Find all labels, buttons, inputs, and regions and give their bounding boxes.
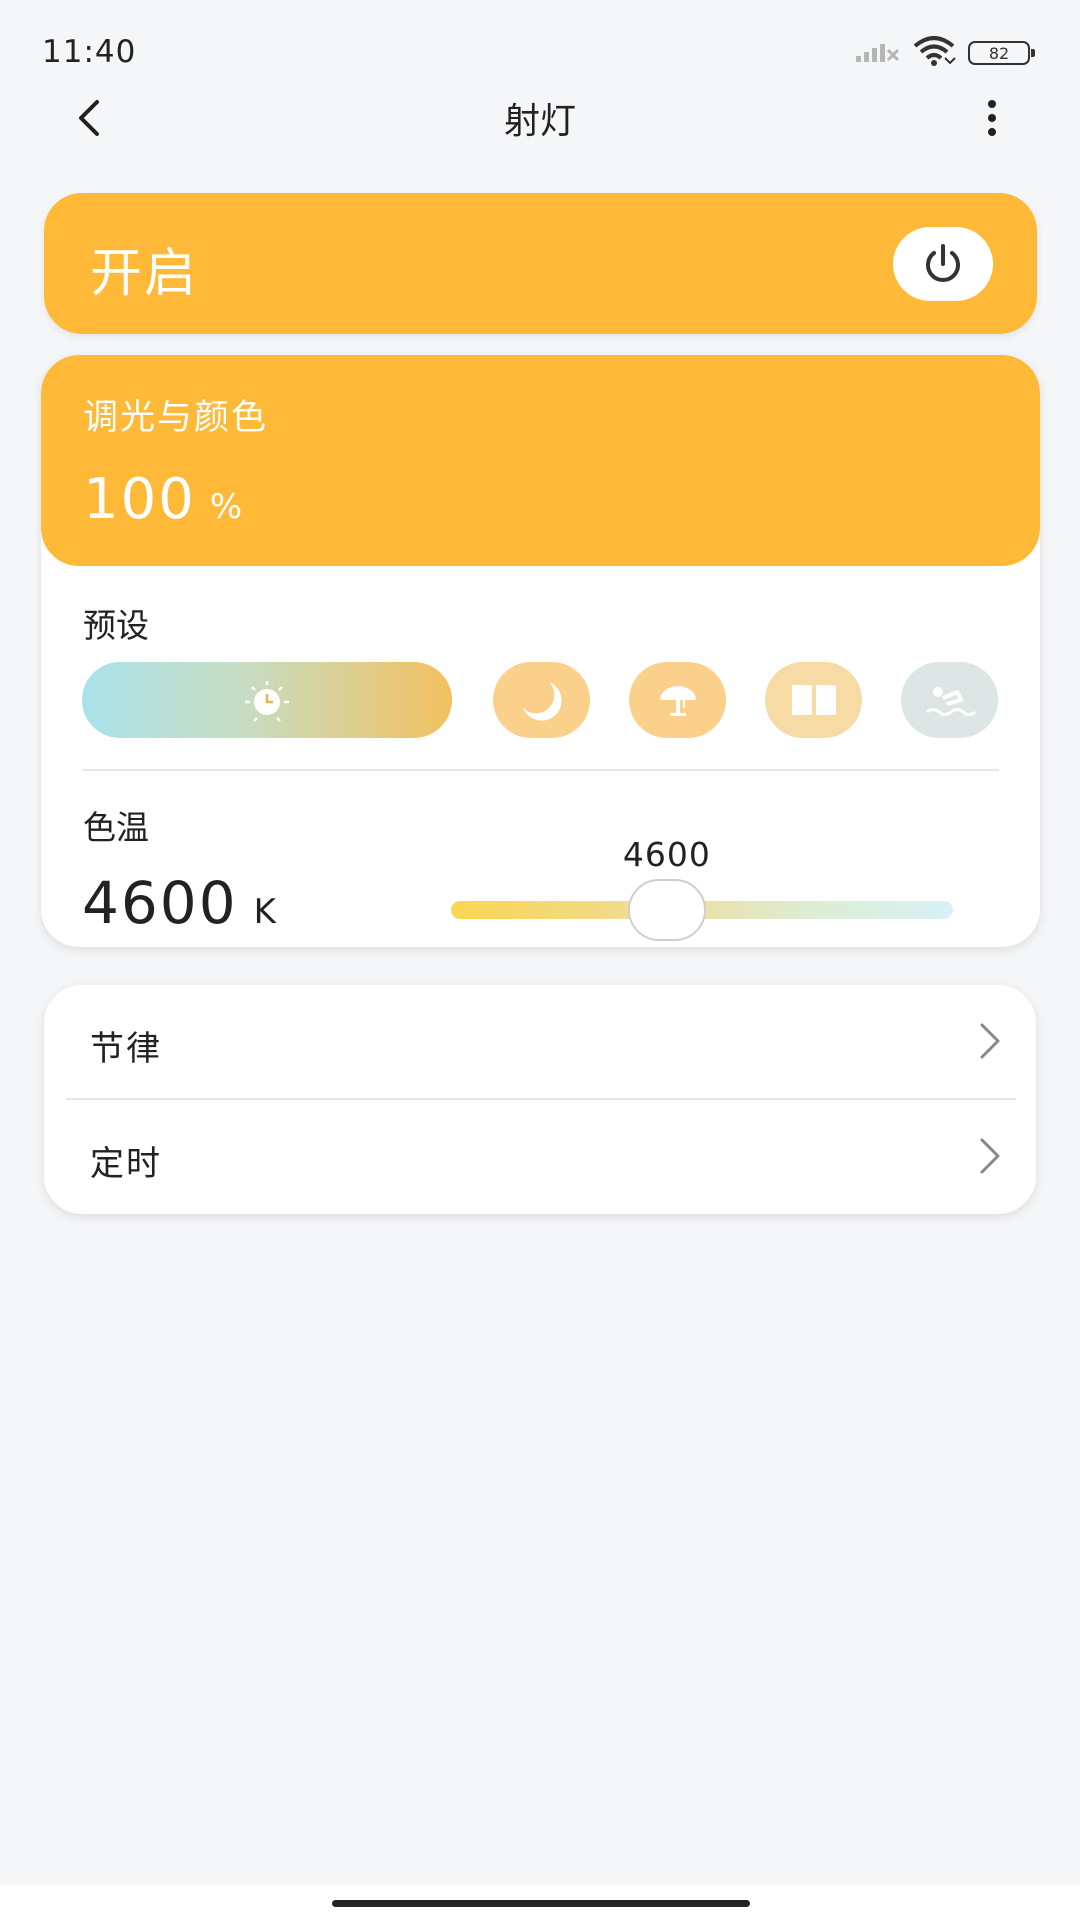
moon-icon xyxy=(522,682,562,721)
preset-daylight-button[interactable] xyxy=(82,662,452,738)
slider-thumb[interactable] xyxy=(627,879,706,941)
sun-clock-icon xyxy=(245,681,289,722)
power-status-label: 开启 xyxy=(90,244,199,304)
battery-level: 82 xyxy=(988,43,1010,63)
menu-item-label: 节律 xyxy=(90,1029,162,1069)
menu-card: 节律 定时 xyxy=(44,985,1036,1214)
menu-item-label: 定时 xyxy=(90,1144,162,1184)
preset-sport-button[interactable] xyxy=(901,662,998,738)
home-indicator[interactable] xyxy=(332,1900,750,1907)
navigation-bar xyxy=(0,1885,1080,1920)
status-icons: 82 xyxy=(854,36,1035,70)
lamp-icon xyxy=(659,686,696,716)
status-time: 11:40 xyxy=(42,34,137,70)
power-card: 开启 xyxy=(44,193,1037,334)
more-options-button[interactable] xyxy=(964,90,1020,146)
brightness-unit: % xyxy=(209,487,243,527)
menu-item-timer[interactable]: 定时 xyxy=(44,1100,1036,1214)
swimmer-icon xyxy=(925,687,976,716)
brightness-value: 100 % xyxy=(83,467,242,532)
preset-lamp-button[interactable] xyxy=(629,662,726,738)
color-temperature-value: 4600 K xyxy=(82,869,276,937)
preset-night-button[interactable] xyxy=(493,662,590,738)
dimmer-header[interactable]: 调光与颜色 100 % xyxy=(41,355,1040,566)
dimmer-card: 调光与颜色 100 % 预设 色温 4600 K 4600 xyxy=(41,355,1040,947)
brightness-number: 100 xyxy=(83,467,196,532)
dimmer-title: 调光与颜色 xyxy=(83,398,269,438)
book-icon xyxy=(791,685,836,715)
menu-item-rhythm[interactable]: 节律 xyxy=(44,985,1036,1099)
preset-row xyxy=(82,662,1002,738)
color-temperature-unit: K xyxy=(253,892,276,932)
chevron-right-icon xyxy=(970,1134,1010,1178)
color-temperature-label: 色温 xyxy=(83,808,149,847)
battery-icon: 82 xyxy=(968,41,1035,65)
preset-reading-button[interactable] xyxy=(765,662,862,738)
section-divider xyxy=(82,769,999,771)
color-temperature-number: 4600 xyxy=(82,869,238,937)
more-vertical-icon xyxy=(988,100,996,136)
chevron-right-icon xyxy=(970,1019,1010,1063)
app-bar: 射灯 xyxy=(0,80,1080,150)
preset-label: 预设 xyxy=(83,606,149,645)
power-icon xyxy=(926,244,960,282)
power-toggle-button[interactable] xyxy=(893,227,993,301)
signal-icon xyxy=(854,38,900,68)
page-title: 射灯 xyxy=(503,101,576,142)
wifi-icon xyxy=(912,36,956,70)
slider-value-label: 4600 xyxy=(622,835,711,874)
